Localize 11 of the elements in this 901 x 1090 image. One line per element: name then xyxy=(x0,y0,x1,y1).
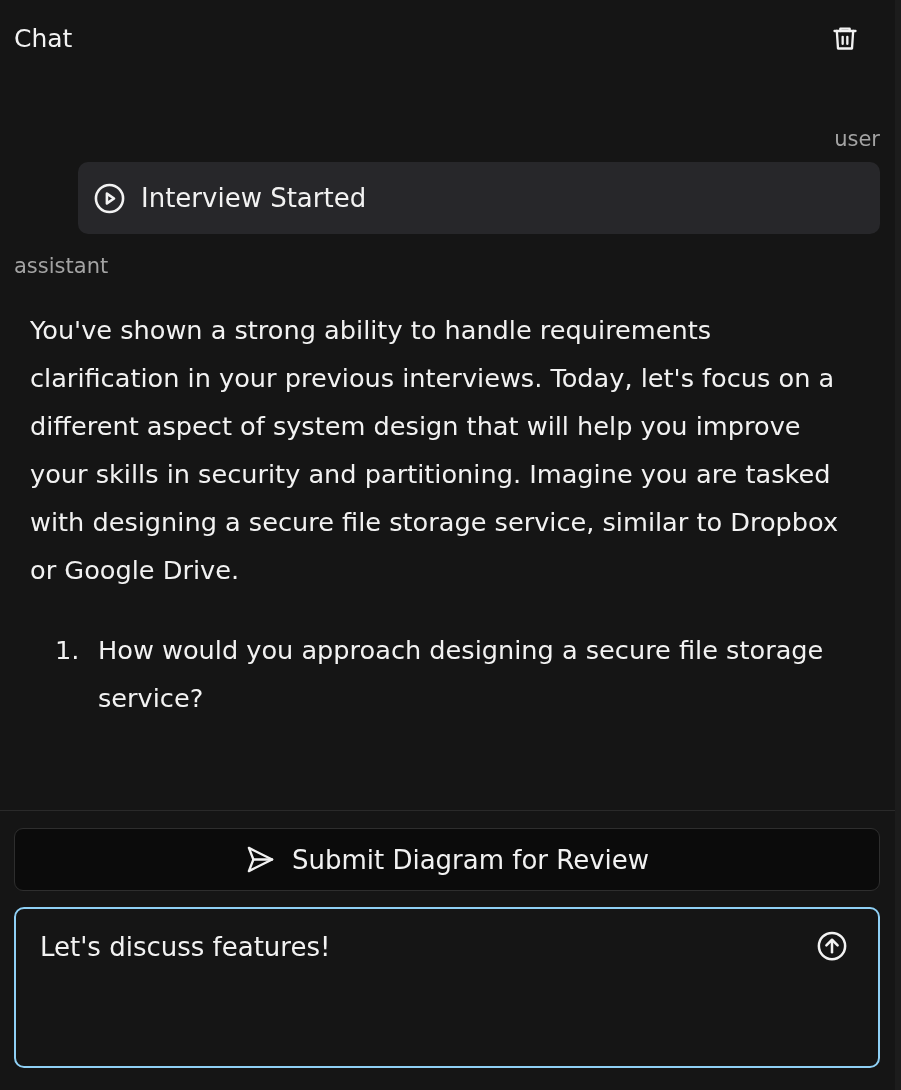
role-label: user xyxy=(834,127,880,151)
message-input[interactable]: Let's discuss features! xyxy=(14,907,880,1068)
send-button[interactable] xyxy=(817,931,847,961)
role-label: assistant xyxy=(14,254,109,278)
list-item-text: How would you approach designing a secure file storage service? xyxy=(98,634,825,715)
submit-diagram-button[interactable]: Submit Diagram for Review xyxy=(14,828,880,891)
message-text: Interview Started xyxy=(141,183,367,213)
message-paragraph: You've shown a strong ability to handle requirements clarification in your previous interviews. Today, let's focus on a different aspect of system design that will help you improve your skills in security and partitioning. Imagine you are tasked with designing a secure file storage service, similar to Dropbox or Google Drive. xyxy=(30,314,840,587)
chat-title: Chat xyxy=(14,23,73,53)
play-circle-icon xyxy=(94,182,125,214)
list-number: 1. xyxy=(55,634,81,667)
